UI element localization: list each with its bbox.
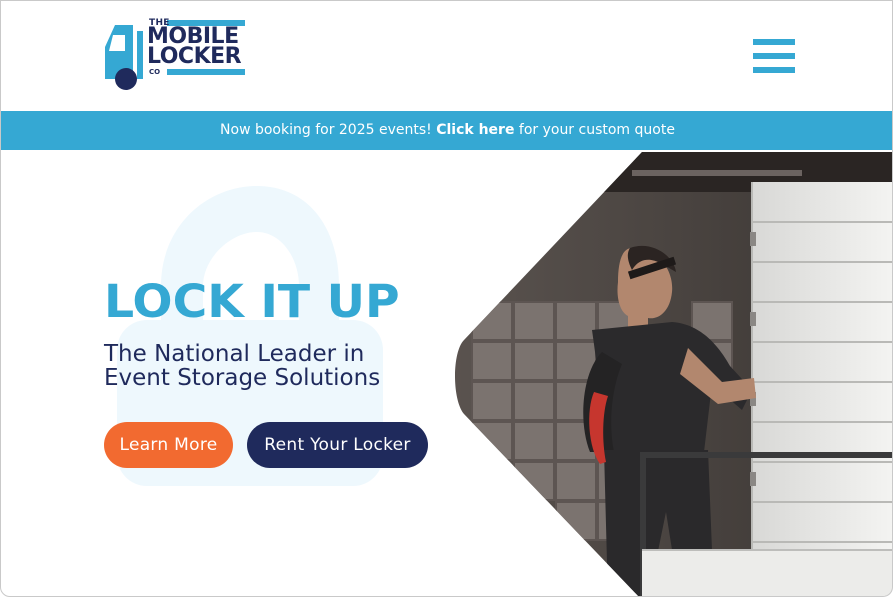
menu-bar [753, 39, 795, 45]
announcement-bar: Now booking for 2025 events! Click here … [1, 111, 892, 150]
hamburger-menu-icon[interactable] [753, 37, 795, 75]
hero-section: LOCK IT UP The National Leader in Event … [1, 150, 892, 596]
logo-locker: LOCKER [147, 44, 242, 69]
hero-photo [452, 152, 892, 596]
announcement-text-after: for your custom quote [514, 122, 675, 138]
logo-bar-bottom [167, 69, 245, 75]
announcement-text-before: Now booking for 2025 events! [220, 122, 437, 138]
logo-wordmark: THE MOBILE LOCKER CO [147, 17, 247, 81]
truck-icon [105, 25, 143, 90]
rent-your-locker-button[interactable]: Rent Your Locker [247, 422, 428, 468]
click-here-link[interactable]: Click here [436, 122, 514, 138]
menu-bar [753, 67, 795, 73]
hero-headline: LOCK IT UP [104, 275, 400, 328]
menu-bar [753, 53, 795, 59]
brand-logo[interactable]: THE MOBILE LOCKER CO [103, 17, 248, 93]
hero-subheadline: The National Leader in Event Storage Sol… [104, 341, 381, 391]
site-header: THE MOBILE LOCKER CO [1, 1, 892, 111]
logo-co: CO [149, 68, 161, 76]
learn-more-button[interactable]: Learn More [104, 422, 233, 468]
page-frame: THE MOBILE LOCKER CO Now booking for 202… [0, 0, 893, 597]
